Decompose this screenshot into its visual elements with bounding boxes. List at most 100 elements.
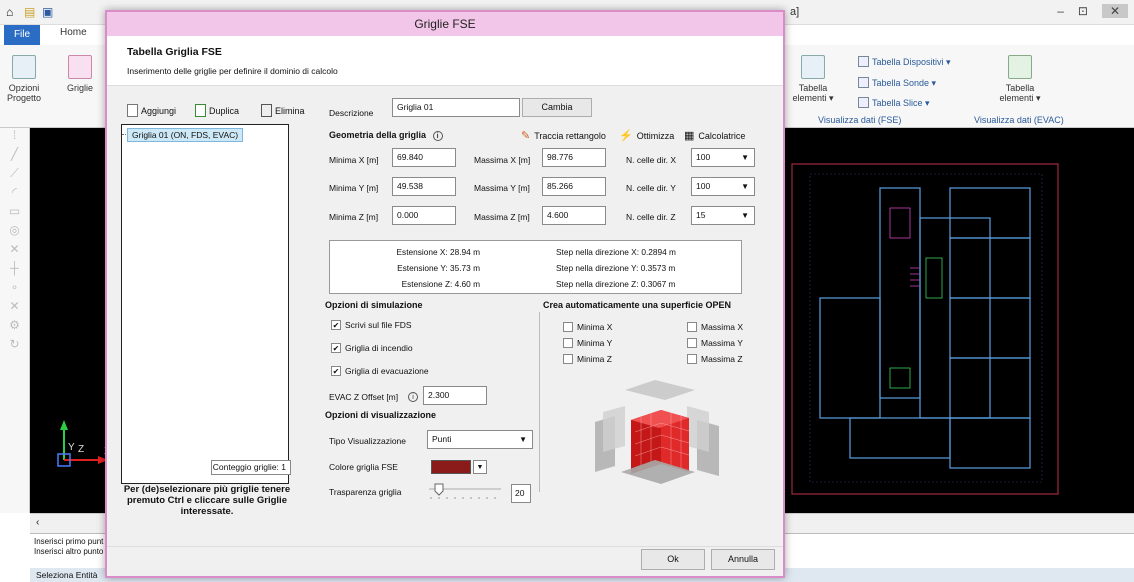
grid-count: Conteggio griglie: 1 <box>211 460 291 475</box>
min-x-input[interactable]: 69.840 <box>392 148 456 167</box>
ribbon-tab-home[interactable]: Home <box>60 27 87 38</box>
step-x: Step nella direzione X: 0.2894 m <box>556 247 676 257</box>
cambia-button[interactable]: Cambia <box>522 98 592 117</box>
min-y-label: Minima Y [m] <box>329 183 379 193</box>
traccia-rettangolo-button[interactable]: ✎ Traccia rettangolo <box>521 129 606 142</box>
duplica-button[interactable]: Duplica <box>195 104 239 117</box>
chevron-down-icon: ▼ <box>741 182 749 191</box>
dot-tool-icon[interactable]: ∘ <box>0 280 29 299</box>
grid-icon <box>68 55 92 79</box>
geometry-section-title: Geometria della griglia i <box>329 130 443 141</box>
descrizione-label: Descrizione <box>329 108 374 118</box>
tree-item-griglia-01[interactable]: Griglia 01 (ON, FDS, EVAC) <box>127 128 244 142</box>
griglia-evac-checkbox[interactable]: ✔ Griglia di evacuazione <box>331 366 429 376</box>
header-title: Tabella Griglia FSE <box>127 46 222 58</box>
evac-table-icon <box>1008 55 1032 79</box>
ok-button[interactable]: Ok <box>641 549 705 570</box>
project-settings-icon <box>12 55 36 79</box>
max-y-input[interactable]: 85.266 <box>542 177 606 196</box>
open-min-x-checkbox[interactable]: Minima X <box>563 322 612 332</box>
chevron-down-icon[interactable]: ▼ <box>473 460 487 474</box>
scroll-left-icon[interactable]: ‹ <box>36 517 39 528</box>
save-icon[interactable]: ▣ <box>42 5 53 19</box>
tipo-vis-select[interactable]: Punti ▼ <box>427 430 533 449</box>
window-controls: –⊡ ✕ <box>1057 4 1128 18</box>
tabella-elementi-fse-button[interactable]: Tabella elementi ▾ <box>790 55 836 104</box>
cross-tool-icon[interactable]: ✕ <box>0 242 29 261</box>
open-min-z-checkbox[interactable]: Minima Z <box>563 354 612 364</box>
layers-icon[interactable]: ⁞ <box>0 128 29 147</box>
griglie-button[interactable]: Griglie <box>60 55 100 93</box>
scrivi-fds-checkbox[interactable]: ✔ Scrivi sul file FDS <box>331 320 412 330</box>
chevron-down-icon: ▼ <box>741 211 749 220</box>
visualization-section-title: Opzioni di visualizzazione <box>325 410 437 420</box>
step-y: Step nella direzione Y: 0.3573 m <box>556 263 676 273</box>
tabella-dispositivi-button[interactable]: Tabella Dispositivi ▾ <box>858 56 951 68</box>
ribbon-tab-file[interactable]: File <box>4 25 40 45</box>
svg-text:Z: Z <box>78 444 84 455</box>
polyline-tool-icon[interactable]: ⟋ <box>0 166 29 185</box>
restore-icon[interactable]: ⊡ <box>1078 4 1102 18</box>
aggiungi-button[interactable]: Aggiungi <box>127 104 176 117</box>
extent-x: Estensione X: 28.94 m <box>396 247 480 257</box>
trash-icon <box>261 104 272 117</box>
close-window-icon[interactable]: ✕ <box>1101 4 1128 18</box>
tabella-sonde-button[interactable]: Tabella Sonde ▾ <box>858 77 936 89</box>
calculator-icon: ▦ <box>684 130 695 142</box>
arc-tool-icon[interactable]: ◜ <box>0 185 29 204</box>
descrizione-input[interactable]: Griglia 01 <box>392 98 520 117</box>
max-x-label: Massima X [m] <box>474 155 531 165</box>
open-max-x-checkbox[interactable]: Massima X <box>687 322 743 332</box>
evac-offset-input[interactable]: 2.300 <box>423 386 487 405</box>
grid-tree[interactable] <box>121 124 289 484</box>
cells-y-label: N. celle dir. Y <box>626 183 676 193</box>
extent-y: Estensione Y: 35.73 m <box>397 263 480 273</box>
info-icon[interactable]: i <box>408 392 418 402</box>
snap-tool-icon[interactable]: ✕ <box>0 299 29 318</box>
annulla-button[interactable]: Annulla <box>711 549 775 570</box>
calcolatrice-button[interactable]: ▦ Calcolatrice <box>684 129 745 142</box>
max-z-input[interactable]: 4.600 <box>542 206 606 225</box>
colore-label: Colore griglia FSE <box>329 462 398 472</box>
rect-tool-icon[interactable]: ▭ <box>0 204 29 223</box>
duplicate-icon <box>195 104 206 117</box>
checkmark-icon: ✔ <box>331 320 341 330</box>
min-z-input[interactable]: 0.000 <box>392 206 456 225</box>
open-icon[interactable]: ▤ <box>24 5 35 19</box>
open-max-z-checkbox[interactable]: Massima Z <box>687 354 743 364</box>
checkmark-icon: ✔ <box>331 366 341 376</box>
rotate-tool-icon[interactable]: ↻ <box>0 337 29 356</box>
grid-3d-illustration <box>595 380 719 484</box>
tabella-elementi-evac-button[interactable]: Tabella elementi ▾ <box>990 55 1050 104</box>
transparency-value[interactable]: 20 <box>511 484 531 503</box>
info-icon[interactable]: i <box>432 131 443 141</box>
opzioni-progetto-button[interactable]: Opzioni Progetto <box>4 55 44 103</box>
color-swatch[interactable] <box>431 460 471 474</box>
elimina-button[interactable]: Elimina <box>261 104 305 117</box>
transparency-slider[interactable] <box>427 482 503 500</box>
max-x-input[interactable]: 98.776 <box>542 148 606 167</box>
slice-icon <box>858 97 869 108</box>
open-max-y-checkbox[interactable]: Massima Y <box>687 338 743 348</box>
step-z: Step nella direzione Z: 0.3067 m <box>556 279 676 289</box>
app-logo-icon: ⌂ <box>6 5 14 19</box>
min-x-label: Minima X [m] <box>329 155 379 165</box>
circle-tool-icon[interactable]: ◎ <box>0 223 29 242</box>
max-y-label: Massima Y [m] <box>474 183 530 193</box>
cells-z-select[interactable]: 15 ▼ <box>691 206 755 225</box>
line-tool-icon[interactable]: ╱ <box>0 147 29 166</box>
minimize-icon[interactable]: – <box>1057 4 1078 18</box>
cells-x-label: N. celle dir. X <box>626 155 677 165</box>
simulation-section-title: Opzioni di simulazione <box>325 300 423 310</box>
min-y-input[interactable]: 49.538 <box>392 177 456 196</box>
cells-x-select[interactable]: 100 ▼ <box>691 148 755 167</box>
window-title-fragment: a] <box>790 6 800 18</box>
gear-tool-icon[interactable]: ⚙ <box>0 318 29 337</box>
tabella-slice-button[interactable]: Tabella Slice ▾ <box>858 97 930 109</box>
point-tool-icon[interactable]: ┼ <box>0 261 29 280</box>
dialog-title: Griglie FSE <box>107 12 783 36</box>
griglia-incendio-checkbox[interactable]: ✔ Griglia di incendio <box>331 343 413 353</box>
cells-y-select[interactable]: 100 ▼ <box>691 177 755 196</box>
open-min-y-checkbox[interactable]: Minima Y <box>563 338 612 348</box>
ottimizza-button[interactable]: ⚡ Ottimizza <box>619 129 674 142</box>
